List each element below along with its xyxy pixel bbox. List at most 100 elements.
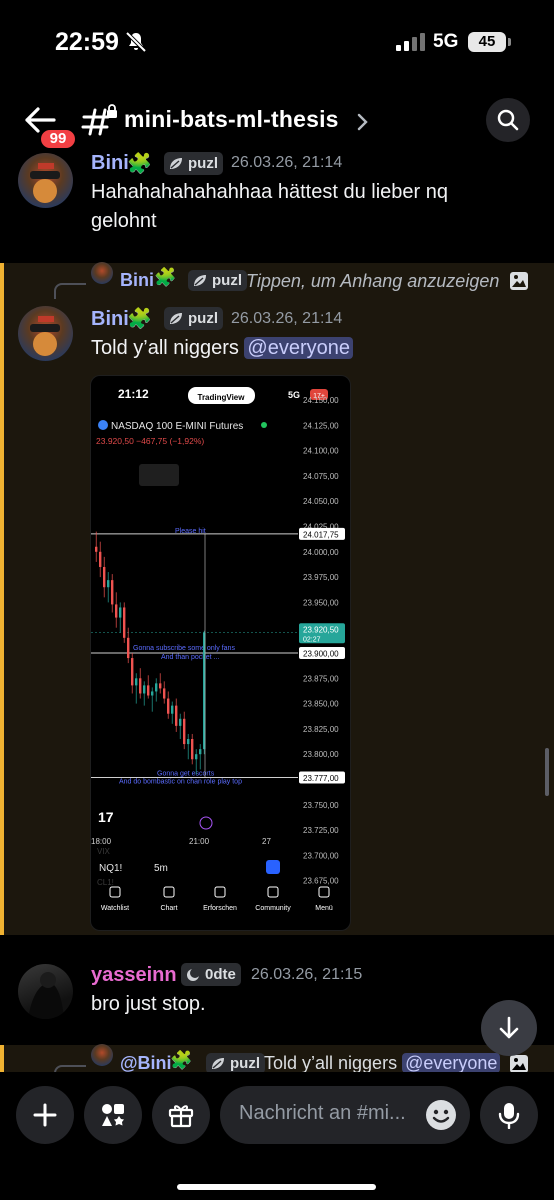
drawing-toolbar <box>139 464 179 486</box>
toolbar-active-button <box>266 860 280 874</box>
reply-preview[interactable]: Tippen, um Anhang anzuzeigen <box>246 271 499 292</box>
candle-body <box>147 685 150 696</box>
candle-body <box>187 739 190 745</box>
unread-badge: 99 <box>38 127 78 151</box>
avatar-bini[interactable] <box>18 153 73 208</box>
timestamp: 26.03.26, 21:14 <box>231 310 343 327</box>
symbol-name: NASDAQ 100 E-MINI Futures <box>111 421 243 432</box>
add-attachment-button[interactable] <box>16 1086 74 1144</box>
image-attachment-icon <box>510 1055 528 1073</box>
candle-body <box>143 685 146 694</box>
puzzle-icon: 🧩 <box>127 153 152 175</box>
reply-username[interactable]: Bini <box>120 270 154 291</box>
price-label: 24.017,75 <box>303 530 339 539</box>
price-change: 23.920,50 −467,75 (−1,92%) <box>96 436 204 446</box>
candle-body <box>103 566 106 588</box>
channel-name[interactable]: mini-bats-ml-thesis <box>124 106 339 133</box>
microphone-icon <box>498 1103 520 1129</box>
nav-label: Chart <box>160 905 177 912</box>
image-attachment[interactable]: 21:12 TradingView 5G 17+ NASDAQ 100 E-MINI F… <box>90 375 351 931</box>
timestamp: 26.03.26, 21:15 <box>251 966 363 983</box>
candle-body <box>123 607 126 638</box>
avatar-yasseinn[interactable] <box>18 964 73 1019</box>
price-tick: 23.950,00 <box>303 598 339 607</box>
interval: 5m <box>154 863 168 874</box>
reply-username[interactable]: @Bini <box>120 1053 172 1074</box>
annotation-text: Gonna subscribe some only fans <box>133 645 235 652</box>
nav-label: Erforschen <box>203 905 237 912</box>
candle-body <box>139 678 142 694</box>
nav-icon <box>318 886 330 898</box>
annotation-text: Please hit <box>175 528 206 535</box>
username[interactable]: Bini <box>91 308 129 331</box>
price-label: 23.777,00 <box>303 774 339 783</box>
plus-icon <box>33 1103 57 1127</box>
guild-tag[interactable]: puzl <box>164 307 223 330</box>
crescent-icon <box>187 968 200 981</box>
status-time: 22:59 <box>55 28 119 56</box>
image-attachment-icon <box>510 272 528 290</box>
candle-body <box>95 546 98 552</box>
price-tick: 24.050,00 <box>303 497 339 506</box>
locked-channel-icon <box>81 104 117 136</box>
avatar-bini-small <box>91 1044 113 1066</box>
mention-everyone[interactable]: @everyone <box>402 1053 501 1073</box>
price-tick: 24.075,00 <box>303 472 339 481</box>
price-tick: 23.675,00 <box>303 877 339 886</box>
voice-message-button[interactable] <box>480 1086 538 1144</box>
time-tick: 18:00 <box>91 837 112 846</box>
candle-body <box>111 580 114 605</box>
price-tick: 24.125,00 <box>303 421 339 430</box>
reply-guild-tag: puzl <box>206 1053 265 1074</box>
candle-body <box>199 749 202 755</box>
guild-tag-label: puzl <box>212 272 242 289</box>
countdown: 02:27 <box>303 636 321 643</box>
leaf-icon <box>194 275 206 286</box>
reply-connector <box>54 283 86 299</box>
candle-body <box>135 678 138 686</box>
reply-guild-tag: puzl <box>188 270 247 291</box>
timestamp: 26.03.26, 21:14 <box>231 154 343 171</box>
ghost-text: VIX <box>97 847 111 856</box>
message-input[interactable]: Nachricht an #mi... <box>220 1086 470 1144</box>
tradingview-logo: TradingView <box>198 393 246 402</box>
jump-to-bottom-button[interactable] <box>481 1000 537 1056</box>
price-tick: 23.700,00 <box>303 851 339 860</box>
username[interactable]: Bini <box>91 152 129 175</box>
message-composer: Nachricht an #mi... <box>0 1072 554 1200</box>
nav-icon <box>109 886 121 898</box>
candle-body <box>127 637 130 659</box>
guild-tag-label: puzl <box>188 310 218 327</box>
status-bar: 22:59 5G 45 <box>0 0 554 84</box>
puzzle-icon: 🧩 <box>154 267 177 287</box>
candle-body <box>119 607 122 618</box>
scrollbar[interactable] <box>545 748 549 796</box>
guild-tag-label: puzl <box>188 155 218 172</box>
message-text: bro just stop. <box>91 993 206 1015</box>
candle-body <box>155 683 158 692</box>
price-tick: 24.100,00 <box>303 447 339 456</box>
search-button[interactable] <box>486 98 530 142</box>
leaf-icon <box>170 158 182 169</box>
username[interactable]: yasseinn <box>91 964 177 987</box>
guild-tag[interactable]: 0dte <box>181 963 241 986</box>
emoji-icon[interactable] <box>424 1098 458 1132</box>
avatar-bini[interactable] <box>18 306 73 361</box>
guild-tag-label: puzl <box>230 1055 260 1072</box>
price-tick: 24.000,00 <box>303 548 339 557</box>
leaf-icon <box>170 313 182 324</box>
message-list[interactable]: Bini 🧩 puzl 26.03.26, 21:14 Hahahahahaha… <box>0 150 554 1080</box>
guild-tag[interactable]: puzl <box>164 152 223 175</box>
candle-body <box>179 718 182 726</box>
reply-preview[interactable]: Told y’all niggers @everyone <box>264 1053 501 1074</box>
price-tick: 23.975,00 <box>303 573 339 582</box>
apps-button[interactable] <box>84 1086 142 1144</box>
channel-header: 99 mini-bats-ml-thesis <box>0 90 554 154</box>
gift-button[interactable] <box>152 1086 210 1144</box>
arrow-down-icon <box>499 1016 519 1039</box>
price-tick: 23.725,00 <box>303 826 339 835</box>
mention-everyone[interactable]: @everyone <box>244 337 353 359</box>
nav-label: Menü <box>315 905 333 912</box>
ticker: NQ1! <box>99 863 122 874</box>
chevron-right-icon[interactable] <box>355 112 369 132</box>
